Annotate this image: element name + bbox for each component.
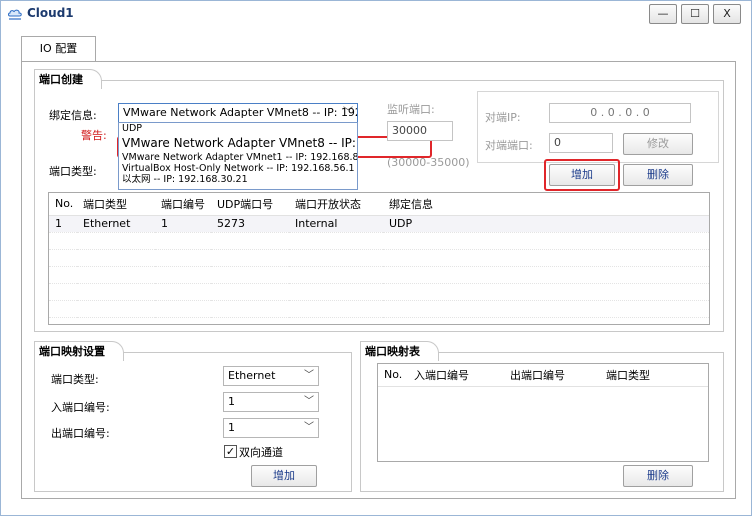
minimize-button[interactable]: — (649, 4, 677, 24)
cell: UDP (383, 215, 709, 233)
listen-port-input[interactable]: 30000 (387, 121, 453, 141)
maximize-button[interactable]: ☐ (681, 4, 709, 24)
out-port-value: 1 (228, 421, 235, 434)
port-table: No. 端口类型 端口编号 UDP端口号 端口开放状态 绑定信息 1 Ether… (48, 192, 710, 325)
chevron-down-icon: ﹀ (304, 370, 314, 381)
add-mapping-button[interactable]: 增加 (251, 465, 317, 487)
add-button-highlight (544, 159, 620, 191)
port-mapping-group-label: 端口映射设置 (34, 341, 124, 361)
out-port-label: 出端口编号: (51, 427, 110, 440)
title-bar[interactable]: Cloud1 — ☐ X (1, 1, 751, 27)
peer-port-input[interactable]: 0 (549, 133, 613, 153)
port-type-label: 端口类型: (49, 165, 97, 178)
dropdown-option[interactable]: 以太网 -- IP: 192.168.30.21 (119, 174, 357, 185)
empty-row (49, 249, 709, 267)
dropdown-option[interactable]: VirtualBox Host-Only Network -- IP: 192.… (119, 163, 357, 174)
cloud1-window: Cloud1 — ☐ X IO 配置 端口创建 端口映射设置 端口映射表 绑定信… (0, 0, 752, 516)
dropdown-option-selected[interactable]: VMware Network Adapter VMnet8 -- IP: 192… (119, 134, 357, 152)
in-port-select[interactable]: 1 ﹀ (223, 392, 319, 412)
cloud-app-icon (8, 9, 22, 20)
map-port-type-value: Ethernet (228, 369, 276, 382)
bidirectional-checkbox[interactable]: ✓ (224, 445, 237, 458)
empty-row (49, 300, 709, 318)
col-header-open-state[interactable]: 端口开放状态 (289, 193, 383, 216)
col-header-out-port[interactable]: 出端口编号 (504, 364, 600, 387)
col-header-bind-info[interactable]: 绑定信息 (383, 193, 709, 216)
warning-label: 警告: (81, 129, 107, 142)
col-header-in-port[interactable]: 入端口编号 (408, 364, 504, 387)
chevron-down-icon: ﹀ (304, 396, 314, 407)
map-port-type-select[interactable]: Ethernet ﹀ (223, 366, 319, 386)
mapping-table: No. 入端口编号 出端口编号 端口类型 (377, 363, 709, 462)
col-header-udp-port[interactable]: UDP端口号 (211, 193, 289, 216)
bind-info-select[interactable]: VMware Network Adapter VMnet8 -- IP: 192… (118, 103, 358, 123)
close-button[interactable]: X (713, 4, 741, 24)
col-header-no[interactable]: No. (49, 193, 77, 216)
cell: Internal (289, 215, 383, 233)
window-title: Cloud1 (27, 6, 74, 20)
listen-port-hint: (30000-35000) (387, 156, 470, 169)
delete-mapping-button[interactable]: 删除 (623, 465, 693, 487)
empty-row (49, 283, 709, 301)
in-port-value: 1 (228, 395, 235, 408)
cell: 1 (155, 215, 211, 233)
listen-port-label: 监听端口: (387, 103, 435, 116)
port-create-group-label: 端口创建 (34, 69, 102, 89)
tab-io-config[interactable]: IO 配置 (21, 36, 96, 62)
peer-ip-input[interactable]: 0 . 0 . 0 . 0 (549, 103, 691, 123)
chevron-down-icon: ﹀ (343, 107, 353, 118)
close-icon: X (723, 7, 731, 20)
mapping-table-group-label: 端口映射表 (360, 341, 439, 361)
map-port-type-label: 端口类型: (51, 373, 99, 386)
col-header-port-type[interactable]: 端口类型 (600, 364, 708, 387)
empty-row (49, 232, 709, 250)
peer-ip-label: 对端IP: (485, 111, 521, 124)
col-header-port-number[interactable]: 端口编号 (155, 193, 211, 216)
col-header-no[interactable]: No. (378, 364, 408, 387)
bidirectional-label: 双向通道 (239, 446, 283, 459)
bind-info-value: VMware Network Adapter VMnet8 -- IP: 192… (123, 106, 358, 119)
minimize-icon: — (657, 7, 669, 20)
out-port-select[interactable]: 1 ﹀ (223, 418, 319, 438)
table-row[interactable]: 1 Ethernet 1 5273 Internal UDP (49, 215, 709, 233)
cell: 1 (49, 215, 77, 233)
peer-port-label: 对端端口: (485, 139, 533, 152)
chevron-down-icon: ﹀ (304, 422, 314, 433)
delete-port-button[interactable]: 删除 (623, 164, 693, 186)
bind-info-label: 绑定信息: (49, 109, 97, 122)
modify-button[interactable]: 修改 (623, 133, 693, 155)
cell: Ethernet (77, 215, 155, 233)
maximize-icon: ☐ (690, 7, 700, 20)
dropdown-option[interactable]: UDP (119, 123, 357, 134)
dropdown-option[interactable]: VMware Network Adapter VMnet1 -- IP: 192… (119, 152, 357, 163)
empty-row (49, 266, 709, 284)
cell: 5273 (211, 215, 289, 233)
col-header-port-type[interactable]: 端口类型 (77, 193, 155, 216)
in-port-label: 入端口编号: (51, 401, 110, 414)
bind-info-dropdown[interactable]: UDP VMware Network Adapter VMnet8 -- IP:… (118, 122, 358, 190)
